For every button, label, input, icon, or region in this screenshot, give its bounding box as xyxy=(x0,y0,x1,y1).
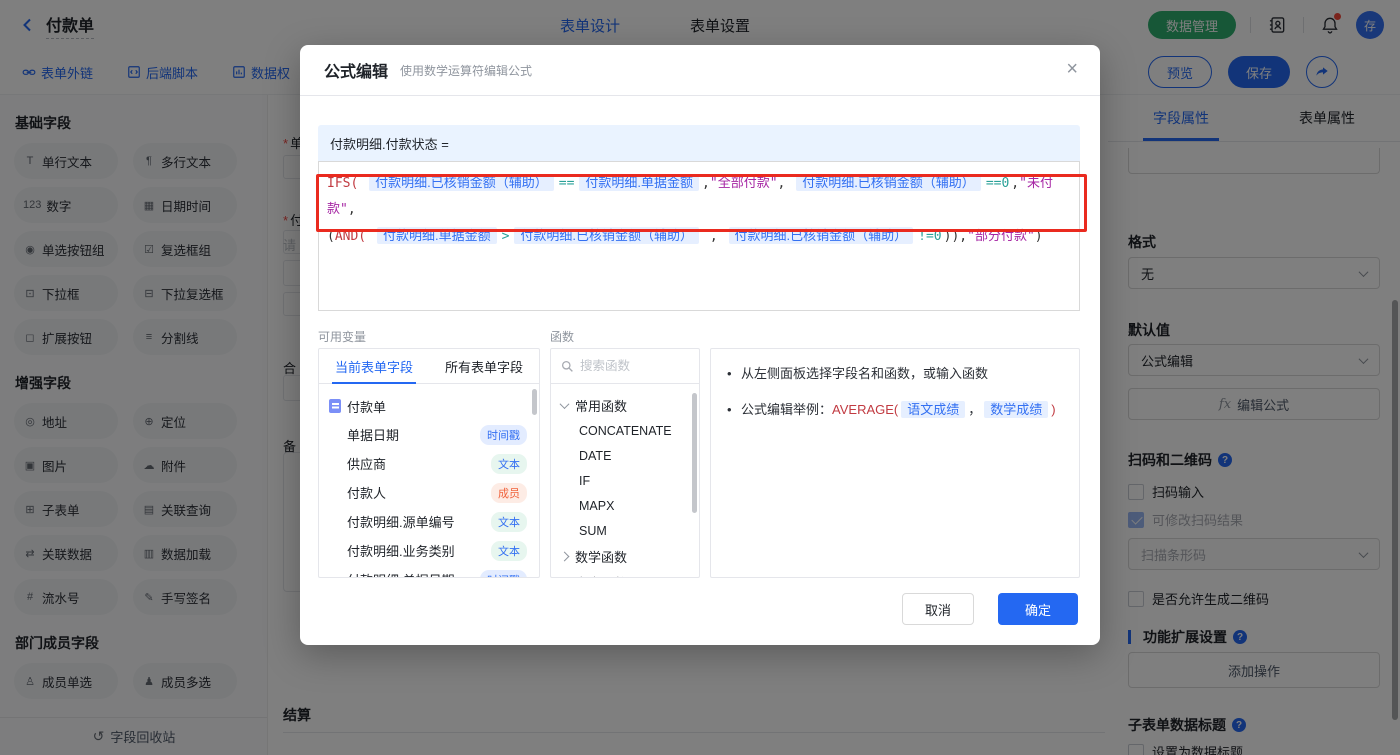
variable-item[interactable]: 供应商 文本 xyxy=(329,449,535,478)
variables-tabs: 当前表单字段 所有表单字段 xyxy=(319,349,539,384)
function-item[interactable]: MAPX xyxy=(561,493,699,518)
formula-plain-token: , xyxy=(1011,176,1020,191)
variable-name: 付款明细.源单编号 xyxy=(347,515,455,530)
function-group-label: 数学函数 xyxy=(575,549,628,565)
formula-op-token: == xyxy=(558,176,575,191)
variables-label: 可用变量 xyxy=(318,330,367,344)
function-group-label: 常用函数 xyxy=(575,398,628,414)
variables-scrollbar[interactable] xyxy=(532,389,537,415)
formula-help-panel: 从左侧面板选择字段名和函数，或输入函数 公式编辑举例：AVERAGE(语文成绩，… xyxy=(710,348,1080,578)
field-type-badge: 成员 xyxy=(491,482,527,503)
modal-footer: 取消 确定 xyxy=(902,593,1078,625)
help-example-function-close: ) xyxy=(1051,402,1056,417)
functions-label: 函数 xyxy=(550,330,575,344)
tab-current-form-fields[interactable]: 当前表单字段 xyxy=(319,349,429,383)
formula-field-token[interactable]: 付款明细.单据金额 xyxy=(579,174,700,191)
formula-editor-modal: 公式编辑 使用数学运算符编辑公式 × 付款明细.付款状态 = IFS( 付款明细… xyxy=(300,45,1100,645)
modal-title: 公式编辑 xyxy=(324,64,389,81)
formula-plain-token: , xyxy=(702,176,710,191)
help-tip2-prefix: 公式编辑举例： xyxy=(741,402,833,417)
variable-item[interactable]: 单据日期 时间戳 xyxy=(329,420,535,449)
formula-field-token[interactable]: 付款明细.已核销金额（辅助） xyxy=(796,174,981,191)
variable-item[interactable]: 付款明细.源单编号 文本 xyxy=(329,507,535,536)
function-group[interactable]: 常用函数 xyxy=(559,392,699,418)
chevron-down-icon xyxy=(559,398,570,409)
confirm-button[interactable]: 确定 xyxy=(998,593,1078,625)
function-search xyxy=(551,349,699,384)
formula-op-token: > xyxy=(501,229,510,244)
formula-plain-token: , xyxy=(777,176,794,191)
variable-item[interactable]: 付款明细.业务类别 文本 xyxy=(329,536,535,565)
variable-root-label: 付款单 xyxy=(347,399,387,415)
variable-name: 付款人 xyxy=(347,486,387,501)
variable-name: 付款明细.业务类别 xyxy=(347,544,455,559)
functions-scrollbar[interactable] xyxy=(692,393,697,513)
function-list: 常用函数 CONCATENATEDATEIFMAPXSUM 数学函数文本函数 xyxy=(551,384,699,578)
formula-op-token: ==0 xyxy=(985,176,1010,191)
field-type-badge: 时间戳 xyxy=(480,569,527,577)
field-type-badge: 文本 xyxy=(491,540,527,561)
function-group-label: 文本函数 xyxy=(575,573,627,578)
form-doc-icon xyxy=(329,399,341,413)
variable-name: 单据日期 xyxy=(347,428,400,443)
formula-plain-token: )), xyxy=(943,229,968,244)
formula-fn-token: AND( xyxy=(334,229,374,244)
variables-panel: 当前表单字段 所有表单字段 付款单 单据日期 时间戳 供应商 文本 付款人 成员 付款明细.… xyxy=(318,348,540,578)
formula-plain-token: , xyxy=(347,202,356,217)
close-icon[interactable]: × xyxy=(1066,59,1078,79)
function-group[interactable]: 数学函数 xyxy=(559,543,699,569)
formula-field-token[interactable]: 付款明细.单据金额 xyxy=(376,227,497,244)
field-type-badge: 文本 xyxy=(491,511,527,532)
variable-item[interactable]: 付款明细.单据日期 时间戳 xyxy=(329,565,535,577)
function-item[interactable]: IF xyxy=(561,468,699,493)
field-type-badge: 文本 xyxy=(491,453,527,474)
tab-all-form-fields[interactable]: 所有表单字段 xyxy=(429,349,539,383)
help-example-field-chip: 语文成绩 xyxy=(901,401,966,418)
functions-panel: 常用函数 CONCATENATEDATEIFMAPXSUM 数学函数文本函数 xyxy=(550,348,700,578)
formula-plain-token: ) xyxy=(1034,229,1043,244)
function-search-input[interactable] xyxy=(580,359,680,373)
formula-plain-token: , xyxy=(702,229,726,244)
formula-target-bar: 付款明细.付款状态 = xyxy=(318,125,1080,161)
help-example-function: AVERAGE( xyxy=(832,402,899,417)
formula-str-token: "全部付款" xyxy=(709,176,778,191)
variable-item[interactable]: 付款人 成员 xyxy=(329,478,535,507)
help-tip-1: 从左侧面板选择字段名和函数，或输入函数 xyxy=(727,363,1063,385)
function-item[interactable]: SUM xyxy=(561,518,699,543)
variable-root-item[interactable]: 付款单 xyxy=(329,392,535,420)
app-window: 付款单 表单设计 表单设置 数据管理 xyxy=(0,0,1400,755)
formula-input[interactable]: IFS( 付款明细.已核销金额（辅助） == 付款明细.单据金额 ,"全部付款", 付… xyxy=(318,161,1080,311)
formula-fn-token: IFS( xyxy=(327,176,367,191)
formula-field-token[interactable]: 付款明细.已核销金额（辅助） xyxy=(514,227,700,244)
formula-op-token: !=0 xyxy=(918,229,942,244)
help-example-field-chip: 数学成绩 xyxy=(984,401,1049,418)
search-icon xyxy=(561,360,573,372)
help-tip-2: 公式编辑举例：AVERAGE(语文成绩，数学成绩) xyxy=(727,399,1063,421)
formula-field-token[interactable]: 付款明细.已核销金额（辅助） xyxy=(728,227,914,244)
help-example-separator: ， xyxy=(968,402,982,417)
function-item[interactable]: DATE xyxy=(561,443,699,468)
formula-plain-token: ( xyxy=(327,229,335,244)
chevron-right-icon xyxy=(559,551,570,561)
formula-str-token: "部分付款" xyxy=(967,229,1035,244)
modal-header: 公式编辑 使用数学运算符编辑公式 × xyxy=(300,45,1100,96)
variable-name: 供应商 xyxy=(347,457,387,472)
variable-list: 付款单 单据日期 时间戳 供应商 文本 付款人 成员 付款明细.源单编号 文本 付款明细.业务类… xyxy=(319,384,539,577)
modal-subtitle: 使用数学运算符编辑公式 xyxy=(400,63,533,78)
variable-name: 付款明细.单据日期 xyxy=(347,570,455,577)
cancel-button[interactable]: 取消 xyxy=(902,593,974,625)
function-item[interactable]: CONCATENATE xyxy=(561,418,699,443)
chevron-right-icon xyxy=(560,577,570,578)
function-group[interactable]: 文本函数 xyxy=(561,569,699,578)
formula-field-token[interactable]: 付款明细.已核销金额（辅助） xyxy=(369,174,554,191)
field-type-badge: 时间戳 xyxy=(480,424,527,445)
